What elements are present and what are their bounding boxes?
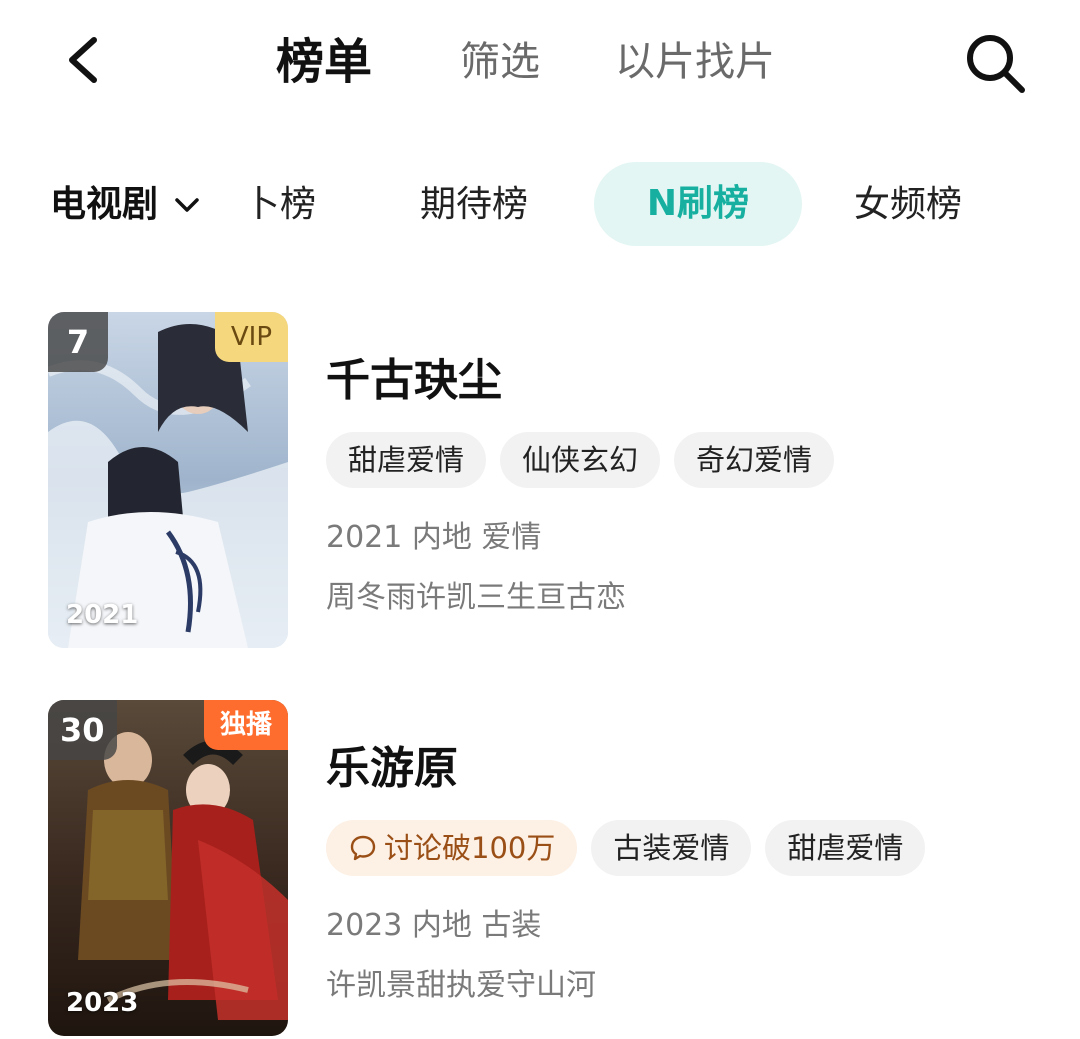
discussion-tag[interactable]: 讨论破100万 [326, 820, 578, 876]
genre-tag[interactable]: 奇幻爱情 [674, 432, 835, 488]
item-meta: 2021 内地 爱情 [326, 520, 542, 555]
tab-filter[interactable]: 筛选 [460, 30, 540, 94]
chat-bubble-icon [350, 835, 376, 861]
list-item[interactable]: 7 VIP 2021 千古玦尘 甜虐爱情 仙侠玄幻 奇幻爱情 2021 内地 爱… [48, 312, 1048, 652]
category-row: 电视剧 卜榜 期待榜 N刷榜 女频榜 [0, 158, 1080, 252]
tab-find-by-film[interactable]: 以片找片 [615, 30, 775, 94]
rank-number: 30 [48, 700, 117, 760]
category-label: 电视剧 [50, 184, 159, 225]
exclusive-badge: 独播 [203, 700, 288, 750]
poster[interactable]: 7 VIP 2021 [48, 312, 288, 648]
poster[interactable]: 30 独播 2023 [48, 700, 288, 1036]
rank-tabs: 卜榜 期待榜 N刷榜 女频榜 [232, 158, 1080, 252]
rank-number: 7 [48, 312, 108, 372]
tag-list: 甜虐爱情 仙侠玄幻 奇幻爱情 [326, 432, 848, 488]
item-title: 千古玦尘 [326, 355, 502, 406]
search-button[interactable] [962, 30, 1028, 96]
ranking-page: 榜单 筛选 以片找片 电视剧 卜榜 期待榜 N刷榜 女频榜 7 VIP 2021… [0, 0, 1080, 1039]
tab-rank-female[interactable]: 女频榜 [854, 176, 962, 234]
genre-tag[interactable]: 甜虐爱情 [326, 432, 487, 488]
tag-list: 讨论破100万 古装爱情 甜虐爱情 [326, 820, 939, 876]
genre-tag[interactable]: 古装爱情 [591, 820, 752, 876]
search-icon [967, 35, 1025, 93]
tab-rank-anticipated[interactable]: 期待榜 [420, 176, 528, 234]
chevron-left-icon [69, 37, 97, 83]
item-description: 周冬雨许凯三生亘古恋 [326, 580, 626, 615]
genre-tag[interactable]: 甜虐爱情 [765, 820, 926, 876]
list-item[interactable]: 30 独播 2023 乐游原 讨论破100万 古装爱情 甜虐爱情 2023 内地… [48, 700, 1048, 1039]
vip-badge: VIP [214, 312, 288, 362]
discussion-tag-label: 讨论破100万 [384, 831, 556, 865]
item-meta: 2023 内地 古装 [326, 908, 542, 943]
tab-rank-partial[interactable]: 卜榜 [244, 176, 316, 234]
item-description: 许凯景甜执爱守山河 [326, 968, 596, 1003]
tab-ranking[interactable]: 榜单 [276, 30, 372, 94]
poster-year: 2023 [66, 988, 139, 1018]
top-nav: 榜单 筛选 以片找片 [0, 0, 1080, 120]
category-dropdown[interactable]: 电视剧 [50, 176, 200, 234]
item-title: 乐游原 [326, 743, 458, 794]
chevron-down-icon [175, 198, 199, 212]
poster-year: 2021 [66, 600, 139, 630]
back-button[interactable] [58, 30, 112, 90]
tab-rank-rewatch[interactable]: N刷榜 [594, 162, 802, 246]
genre-tag[interactable]: 仙侠玄幻 [500, 432, 661, 488]
